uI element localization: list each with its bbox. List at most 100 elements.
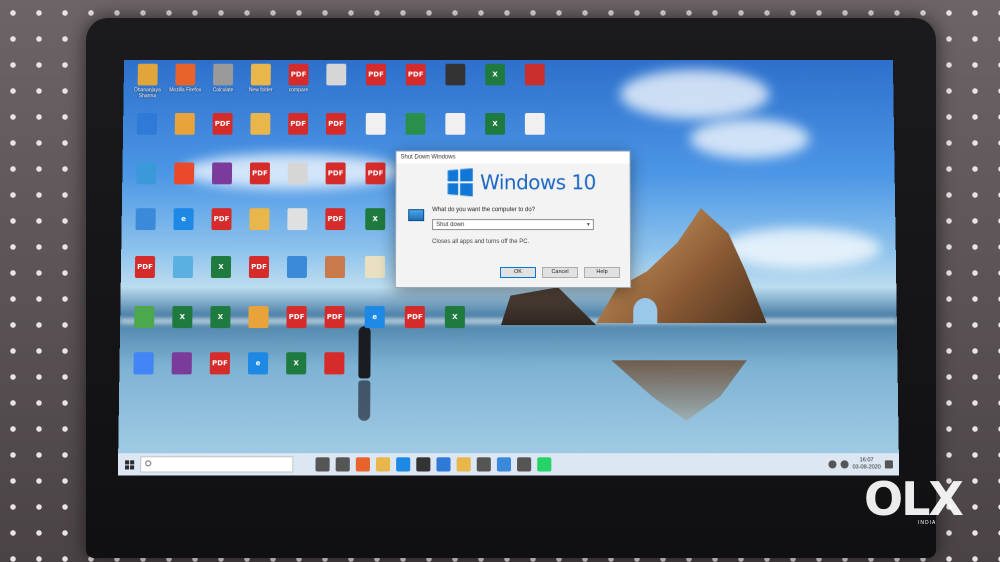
desktop-icon[interactable]: X	[202, 306, 238, 342]
desktop-icon[interactable]	[517, 63, 553, 99]
desktop-icon-label	[357, 232, 393, 244]
file-icon: e	[247, 352, 269, 375]
desktop-icon[interactable]: PDF	[358, 63, 394, 99]
help-button[interactable]: Help	[584, 266, 621, 278]
clock-time: 16:07	[859, 457, 874, 464]
desktop-icon[interactable]: PDF	[398, 63, 434, 99]
network-icon[interactable]	[828, 460, 837, 469]
desktop-icon[interactable]	[279, 256, 315, 292]
desktop-icon[interactable]	[316, 352, 352, 388]
desktop-icon[interactable]: Mozilla Firefox	[167, 63, 203, 99]
ok-button[interactable]: OK	[499, 266, 537, 278]
pinned-app-icon[interactable]	[355, 457, 370, 472]
desktop-icon[interactable]: X	[477, 63, 513, 99]
desktop-icon-label	[280, 186, 316, 198]
file-icon: PDF	[324, 306, 345, 329]
cancel-button[interactable]: Cancel	[542, 266, 579, 278]
desktop-icon[interactable]	[241, 208, 277, 244]
desktop-icon[interactable]: PDF	[241, 256, 277, 292]
desktop-icon[interactable]: X	[357, 208, 393, 244]
file-icon	[286, 256, 308, 278]
file-icon: PDF	[404, 306, 425, 329]
desktop-icon[interactable]	[166, 162, 202, 198]
desktop-icon[interactable]: PDF	[204, 113, 240, 149]
pinned-app-icon[interactable]	[517, 457, 532, 472]
desktop-icon[interactable]	[279, 208, 315, 244]
desktop-icon-label	[517, 137, 553, 149]
desktop-icon[interactable]: PDF	[278, 306, 314, 342]
desktop-icon[interactable]: PDF	[202, 352, 239, 388]
start-button[interactable]	[118, 453, 140, 475]
taskbar-clock[interactable]: 16:07 03-08-2020	[852, 457, 881, 471]
pinned-app-icon[interactable]	[416, 457, 431, 472]
file-icon: PDF	[288, 63, 309, 86]
desktop-icon[interactable]	[318, 63, 354, 99]
desktop-icon[interactable]	[127, 208, 163, 244]
desktop-icon[interactable]: PDF	[316, 306, 352, 342]
desktop-icon-label: compare	[288, 87, 309, 94]
file-icon: PDF	[325, 113, 346, 135]
desktop-icon[interactable]: X	[278, 352, 314, 388]
desktop-icon[interactable]	[317, 256, 353, 292]
desktop-icon[interactable]	[437, 113, 473, 149]
desktop-icon[interactable]: Dhananjaya Sharma	[129, 63, 165, 99]
desktop-icon[interactable]: PDF	[318, 162, 354, 198]
pinned-app-icon[interactable]	[496, 457, 512, 472]
desktop-icon[interactable]	[165, 256, 201, 292]
file-icon: PDF	[366, 63, 386, 86]
file-icon	[287, 208, 308, 231]
desktop-icon[interactable]: PDF	[280, 113, 316, 149]
desktop-icon[interactable]	[163, 352, 200, 388]
pinned-app-icon[interactable]	[537, 457, 552, 472]
desktop-icon[interactable]: PDF	[317, 208, 353, 244]
desktop-icon[interactable]: e	[165, 208, 201, 244]
desktop-icon[interactable]	[517, 113, 553, 149]
desktop-icon[interactable]: e	[240, 352, 276, 388]
desktop-icon[interactable]: Calculate	[205, 63, 241, 99]
desktop-icon[interactable]: PDF	[357, 162, 393, 198]
notification-icon[interactable]	[884, 460, 893, 469]
volume-icon[interactable]	[840, 460, 849, 469]
taskbar-search-input[interactable]	[140, 456, 294, 473]
desktop-icon[interactable]: PDF	[318, 113, 354, 149]
pinned-app-icon[interactable]	[396, 457, 411, 472]
desktop-icon[interactable]: X	[164, 306, 201, 342]
desktop-icon[interactable]: X	[437, 306, 473, 342]
desktop-icon[interactable]	[125, 352, 162, 388]
desktop-icon[interactable]: X	[203, 256, 239, 292]
desktop-icon[interactable]	[242, 113, 278, 149]
desktop-icon[interactable]: X	[477, 113, 513, 149]
desktop-icon[interactable]: PDF	[127, 256, 164, 292]
desktop-icon[interactable]	[126, 306, 163, 342]
desktop-icon-label	[163, 376, 199, 388]
file-icon	[175, 63, 196, 86]
desktop-icon[interactable]	[128, 162, 164, 198]
desktop-icon[interactable]: PDF	[242, 162, 278, 198]
desktop-icon[interactable]	[204, 162, 240, 198]
desktop-icon-label	[358, 137, 394, 149]
pinned-app-icon[interactable]	[456, 457, 471, 472]
desktop-icon[interactable]	[167, 113, 203, 149]
shutdown-option-select[interactable]: Shut down ▾	[432, 219, 594, 231]
desktop-icon[interactable]	[358, 113, 394, 149]
desktop-icon[interactable]	[129, 113, 165, 149]
pinned-app-icon[interactable]	[476, 457, 491, 472]
pinned-app-icon[interactable]	[436, 457, 451, 472]
desktop-icon[interactable]: PDF compare	[280, 63, 316, 99]
file-icon: PDF	[325, 162, 346, 185]
desktop-icon[interactable]: New folder	[243, 63, 279, 99]
desktop-icon[interactable]: PDF	[397, 306, 433, 342]
pinned-app-icon[interactable]	[375, 457, 391, 472]
desktop-icon[interactable]	[357, 256, 393, 292]
desktop-icon[interactable]	[398, 113, 434, 149]
pinned-app-icon[interactable]	[335, 457, 350, 472]
desktop-icon[interactable]	[280, 162, 316, 198]
desktop-icon-label	[242, 186, 278, 198]
desktop-icon[interactable]: e	[357, 306, 393, 342]
file-icon: PDF	[209, 352, 231, 375]
desktop-icon[interactable]	[437, 63, 473, 99]
pinned-app-icon[interactable]	[315, 457, 330, 472]
desktop-icon[interactable]: PDF	[203, 208, 239, 244]
windows-brand-text: Windows 10	[480, 170, 596, 195]
desktop-icon[interactable]	[240, 306, 276, 342]
